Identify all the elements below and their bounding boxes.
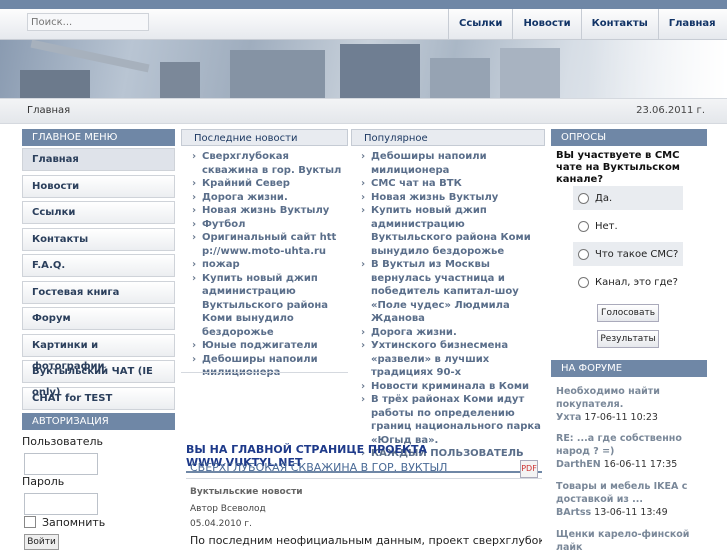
- list-item[interactable]: Дебоширы напоили милиционера: [359, 150, 547, 177]
- menu-item-chat[interactable]: Вуктыльский ЧАТ (IE only): [22, 360, 175, 398]
- forum-post-title[interactable]: Щенки карело-финской лайк: [556, 528, 706, 554]
- nav-link-news[interactable]: Новости: [512, 9, 580, 39]
- banner-image: [0, 40, 727, 98]
- results-button[interactable]: Результаты: [597, 330, 659, 348]
- top-nav: Ссылки Новости Контакты Главная: [448, 9, 726, 39]
- list-item[interactable]: Футбол: [190, 218, 342, 232]
- article-body: По последним неофициальным данным, проек…: [190, 534, 542, 547]
- auth-header: АВТОРИЗАЦИЯ: [22, 413, 175, 430]
- menu-item-photos[interactable]: Картинки и фотографии: [22, 333, 175, 372]
- main-menu: Главная Новости Ссылки Контакты F.A.Q. Г…: [22, 148, 175, 413]
- list-item[interactable]: Ухтинского бизнесмена «развели» в лучших…: [359, 339, 547, 380]
- poll-option[interactable]: Нет.: [573, 214, 683, 238]
- list-item[interactable]: Юные поджигатели: [190, 339, 342, 353]
- breadcrumb-bar: [0, 98, 727, 124]
- list-item[interactable]: Крайний Север: [190, 177, 342, 191]
- list-item[interactable]: Новая жизнь Вуктылу: [359, 191, 547, 205]
- list-item[interactable]: Дебоширы напоили милиционера: [190, 353, 342, 380]
- vote-button[interactable]: Голосовать: [597, 304, 659, 322]
- radio-icon[interactable]: [578, 192, 589, 204]
- pdf-icon[interactable]: PDF: [520, 460, 538, 478]
- breadcrumb: Главная: [27, 105, 71, 116]
- forum-post-title[interactable]: RE: ...а где собственно народ ? =): [556, 432, 706, 458]
- top-strip: [0, 0, 727, 9]
- menu-item-faq[interactable]: F.A.Q.: [22, 254, 175, 277]
- menu-item-links[interactable]: Ссылки: [22, 201, 175, 224]
- list-item[interactable]: Новости криминала в Коми: [359, 380, 547, 394]
- forum-post-date: 17-06-11 10:23: [584, 412, 658, 423]
- remember-label: Запомнить: [42, 516, 106, 529]
- latest-news-list: Сверхглубокая скважина в гор. Вуктыл Кра…: [190, 150, 342, 380]
- menu-item-news[interactable]: Новости: [22, 174, 175, 198]
- poll-option[interactable]: Да.: [573, 186, 683, 210]
- forum-post: RE: ...а где собственно народ ? =) Darth…: [556, 432, 706, 471]
- menu-item-guestbook[interactable]: Гостевая книга: [22, 280, 175, 304]
- list-item[interactable]: пожар: [190, 258, 342, 272]
- list-item[interactable]: В Вуктыл из Москвы вернулась участница и…: [359, 258, 547, 326]
- forum-post-user[interactable]: DarthEN: [556, 459, 601, 470]
- nav-link-home[interactable]: Главная: [657, 9, 726, 39]
- poll-option[interactable]: Канал, это где?: [573, 270, 683, 294]
- nav-link-links[interactable]: Ссылки: [448, 9, 512, 39]
- search-input[interactable]: [27, 13, 149, 31]
- menu-item-chat-test[interactable]: CHAT for TEST: [22, 386, 175, 410]
- popular-header: Популярное: [351, 129, 545, 146]
- list-item[interactable]: Дорога жизни.: [190, 191, 342, 205]
- radio-icon[interactable]: [578, 248, 589, 260]
- menu-item-contacts[interactable]: Контакты: [22, 227, 175, 251]
- forum-post-date: 13-06-11 13:49: [594, 507, 668, 518]
- password-input[interactable]: [24, 493, 98, 515]
- list-item[interactable]: Дорога жизни.: [359, 326, 547, 340]
- article-date: 05.04.2010 г.: [190, 519, 252, 529]
- login-button[interactable]: Войти: [24, 534, 59, 550]
- forum-post-title[interactable]: Товары и мебель IKEA с доставкой из ...: [556, 480, 706, 506]
- list-item[interactable]: Оригинальный сайт http://www.moto-uhta.r…: [190, 231, 342, 258]
- remember-checkbox[interactable]: [24, 516, 36, 528]
- password-label: Пароль: [22, 475, 65, 488]
- article-category[interactable]: Вуктыльские новости: [190, 487, 303, 497]
- list-item[interactable]: В трёх районах Коми идут работы по опред…: [359, 393, 547, 447]
- main-menu-header: ГЛАВНОЕ МЕНЮ: [22, 129, 175, 146]
- radio-icon[interactable]: [578, 276, 589, 288]
- list-item[interactable]: СМС чат на ВТК: [359, 177, 547, 191]
- forum-post-user[interactable]: BArtss: [556, 507, 591, 518]
- radio-icon[interactable]: [578, 220, 589, 232]
- current-date: 23.06.2011 г.: [636, 105, 705, 116]
- latest-news-header: Последние новости: [181, 129, 348, 146]
- forum-post-user[interactable]: Ухта: [556, 412, 581, 423]
- forum-post-title[interactable]: Необходимо найти покупателя.: [556, 385, 706, 411]
- polls-header: ОПРОСЫ: [551, 129, 707, 146]
- article-author: Автор Всеволод: [190, 504, 266, 514]
- forum-post: Щенки карело-финской лайк: [556, 528, 706, 554]
- list-item[interactable]: Сверхглубокая скважина в гор. Вуктыл: [190, 150, 342, 177]
- list-item[interactable]: Купить новый джип администрацию Вуктыльс…: [359, 204, 547, 258]
- forum-post: Необходимо найти покупателя. Ухта 17-06-…: [556, 385, 706, 424]
- menu-item-forum[interactable]: Форум: [22, 307, 175, 330]
- forum-post: Товары и мебель IKEA с доставкой из ... …: [556, 480, 706, 519]
- list-item[interactable]: Новая жизнь Вуктылу: [190, 204, 342, 218]
- menu-item-home[interactable]: Главная: [22, 148, 175, 171]
- forum-header: НА ФОРУМЕ: [551, 360, 707, 377]
- username-input[interactable]: [24, 453, 98, 475]
- poll-option[interactable]: Что такое СМС?: [573, 242, 683, 266]
- divider: [181, 372, 348, 373]
- forum-post-date: 16-06-11 17:35: [603, 459, 678, 470]
- list-item[interactable]: Купить новый джип администрацию Вуктыльс…: [190, 272, 342, 340]
- nav-link-contacts[interactable]: Контакты: [580, 9, 658, 39]
- article-title[interactable]: СВЕРХГЛУБОКАЯ СКВАЖИНА В ГОР. ВУКТЫЛ: [186, 461, 542, 479]
- poll-question: ВЫ участвуете в СМС чате на Вуктыльском …: [556, 150, 680, 185]
- popular-list: Дебоширы напоили милиционера СМС чат на …: [359, 150, 547, 461]
- username-label: Пользователь: [22, 435, 104, 448]
